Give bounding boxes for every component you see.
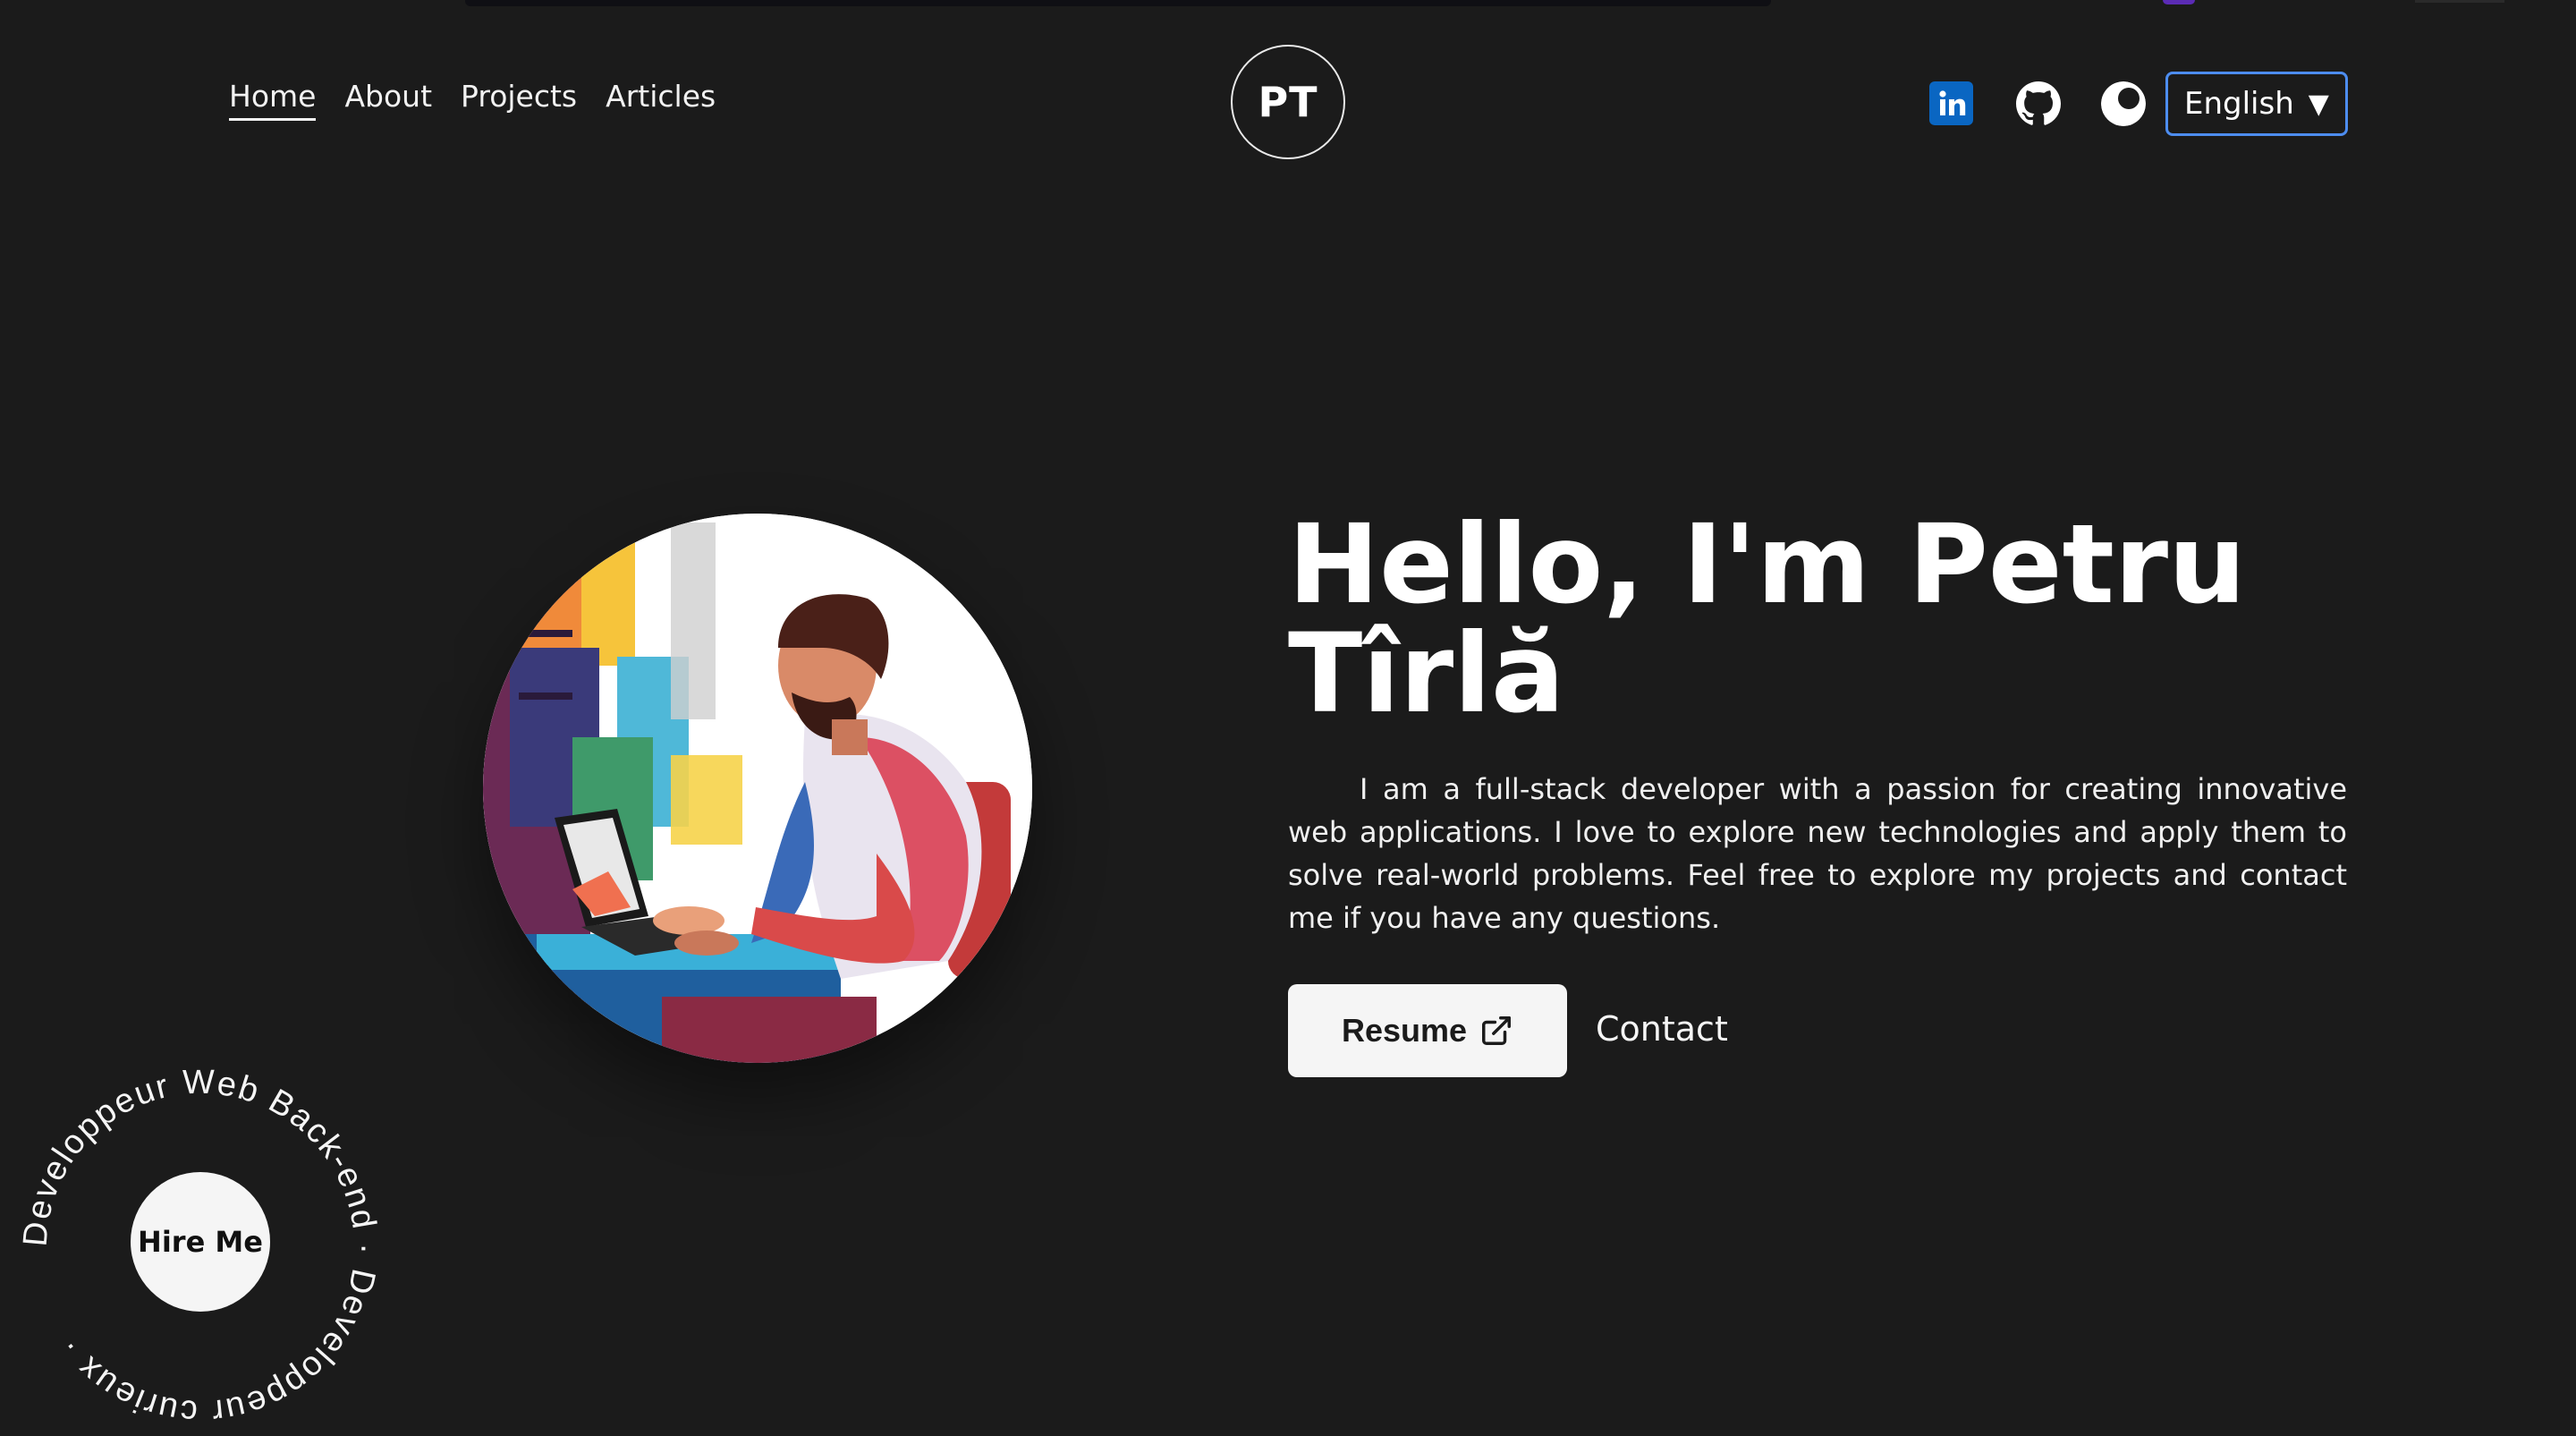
language-select[interactable]: English ▼: [2165, 72, 2348, 136]
github-glyph: [2016, 81, 2061, 125]
chevron-down-icon: ▼: [2308, 88, 2329, 120]
nav-link-projects[interactable]: Projects: [461, 79, 577, 121]
main-nav: Home About Projects Articles: [229, 79, 716, 121]
logo[interactable]: PT: [1231, 45, 1345, 159]
linkedin-icon[interactable]: [1929, 81, 1973, 125]
profile-illustration: [483, 514, 1032, 1063]
hire-me-button[interactable]: Hire Me: [131, 1172, 270, 1312]
page: Home About Projects Articles PT English …: [0, 0, 2576, 1436]
resume-button[interactable]: Resume: [1288, 984, 1567, 1077]
moon-icon: [2101, 81, 2146, 126]
contact-link[interactable]: Contact: [1596, 1009, 1728, 1049]
hero-title: Hello, I'm Petru Tîrlă: [1288, 510, 2361, 728]
developer-illustration: [483, 514, 1032, 1063]
nav-link-about[interactable]: About: [344, 79, 432, 121]
hero-description: I am a full-stack developer with a passi…: [1288, 772, 2347, 935]
nav-link-articles[interactable]: Articles: [606, 79, 716, 121]
hire-me-badge: Developpeur Web Back-end · Developpeur c…: [16, 1064, 382, 1431]
browser-top-overlay: [465, 0, 1771, 6]
external-link-icon: [1482, 1016, 1512, 1045]
browser-extension-dot: [2163, 0, 2195, 4]
browser-top-tab: [2415, 0, 2504, 3]
nav-link-home[interactable]: Home: [229, 79, 317, 121]
linkedin-glyph: [1938, 89, 1965, 115]
hero-title-line1: Hello, I'm Petru: [1288, 501, 2246, 628]
github-icon[interactable]: [2016, 81, 2061, 126]
resume-button-label: Resume: [1341, 1012, 1468, 1049]
language-select-value: English: [2184, 86, 2294, 122]
hero-title-line2: Tîrlă: [1288, 610, 1565, 737]
